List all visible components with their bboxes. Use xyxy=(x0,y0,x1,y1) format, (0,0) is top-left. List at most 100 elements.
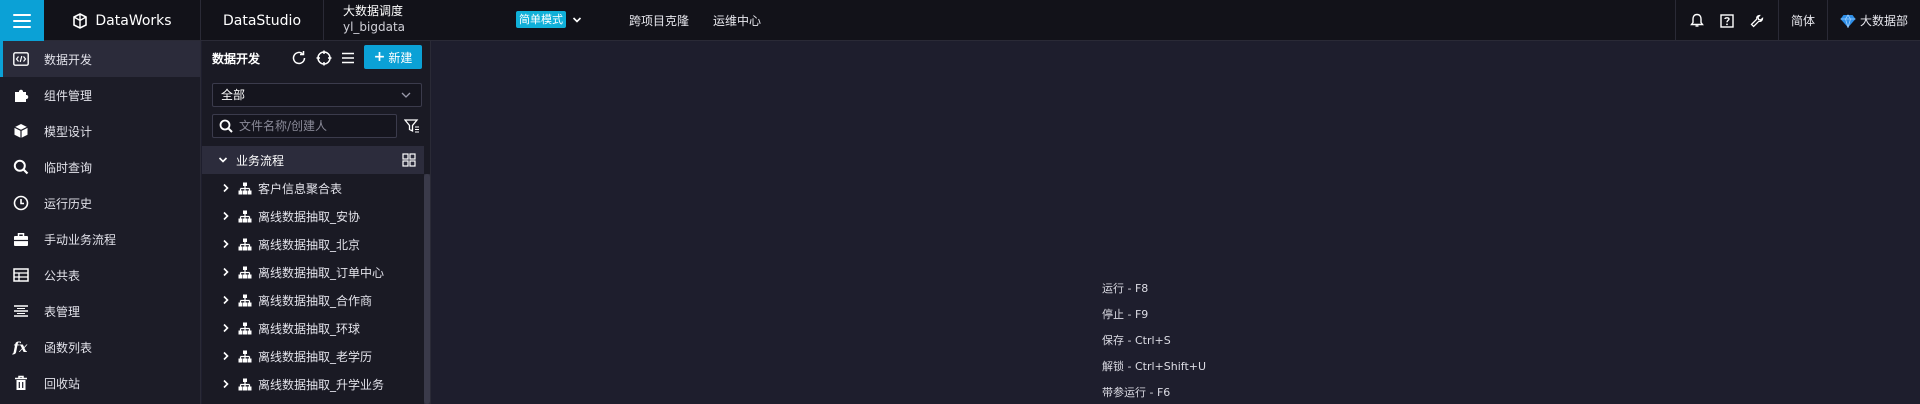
tree-node-label: 客户信息聚合表 xyxy=(258,181,343,196)
nav-item-label: 手动业务流程 xyxy=(44,232,117,247)
nav-item-label: 回收站 xyxy=(44,376,81,391)
type-filter-select[interactable]: 全部 xyxy=(212,83,422,107)
tree-node[interactable]: 离线数据抽取_升学业务 xyxy=(202,370,424,398)
workflow-icon xyxy=(238,322,252,334)
workflow-icon xyxy=(238,294,252,306)
tree-node-label: 离线数据抽取_安协 xyxy=(258,209,361,224)
editor-area: 运行 - F8 停止 - F9 保存 - Ctrl+S 解锁 - Ctrl+Sh… xyxy=(432,41,1920,404)
chevron-right-icon xyxy=(223,295,229,305)
shortcut-hints: 运行 - F8 停止 - F9 保存 - Ctrl+S 解锁 - Ctrl+Sh… xyxy=(1102,276,1206,404)
nav-item-run-history[interactable]: 运行历史 xyxy=(0,185,200,221)
nav-item-component-management[interactable]: 组件管理 xyxy=(0,77,200,113)
cube-icon xyxy=(12,122,30,140)
tree-node[interactable]: 离线数据抽取_订单中心 xyxy=(202,258,424,286)
file-search-box xyxy=(212,114,397,138)
puzzle-icon xyxy=(12,86,30,104)
nav-item-data-development[interactable]: 数据开发 xyxy=(0,41,200,77)
tree-root-label: 业务流程 xyxy=(236,153,285,168)
topbar-right: 简体 大数据部 xyxy=(1674,0,1920,41)
left-nav: 数据开发 组件管理 模型设计 临时查询 运行历史 手动业务流程 公共表 表管理 … xyxy=(0,41,201,404)
filter-icon[interactable] xyxy=(404,119,420,133)
svg-text:fx: fx xyxy=(12,340,28,355)
chevron-right-icon xyxy=(223,379,229,389)
top-bar: DataWorks DataStudio 大数据调度 yl_bigdata 简单… xyxy=(0,0,1920,41)
help-icon[interactable] xyxy=(1720,13,1734,28)
nav-item-table-management[interactable]: 表管理 xyxy=(0,293,200,329)
tree-title: 数据开发 xyxy=(212,52,261,66)
project-switcher[interactable]: 大数据调度 yl_bigdata xyxy=(343,3,405,35)
shortcut-save: 保存 - Ctrl+S xyxy=(1102,334,1171,347)
tree-node[interactable]: 离线数据抽取_老学历 xyxy=(202,342,424,370)
workflow-icon xyxy=(238,182,252,194)
tree-node[interactable]: 客户信息聚合表 xyxy=(202,174,424,202)
chevron-down-icon xyxy=(572,16,582,23)
code-icon xyxy=(12,50,30,68)
new-button-label: 新建 xyxy=(388,50,413,65)
studio-label[interactable]: DataStudio xyxy=(201,0,324,41)
operation-center-link[interactable]: 运维中心 xyxy=(713,12,761,29)
workflow-icon xyxy=(238,266,252,278)
tree-root-business-flow[interactable]: 业务流程 xyxy=(202,146,424,174)
tree-node[interactable]: 离线数据抽取_合作商 xyxy=(202,286,424,314)
user-menu[interactable]: 大数据部 xyxy=(1826,0,1920,41)
menu-list-icon[interactable] xyxy=(339,49,357,67)
dataworks-logo-icon xyxy=(73,12,88,29)
tree-node-label: 离线数据抽取_北京 xyxy=(258,237,361,252)
project-name: 大数据调度 xyxy=(343,4,404,18)
brand[interactable]: DataWorks xyxy=(44,0,201,41)
wrench-icon[interactable] xyxy=(1750,14,1764,28)
refresh-icon[interactable] xyxy=(290,49,308,67)
tree-node-label: 离线数据抽取_升学业务 xyxy=(258,377,385,392)
type-filter-value: 全部 xyxy=(221,88,246,102)
nav-item-label: 模型设计 xyxy=(44,124,93,139)
shortcut-run: 运行 - F8 xyxy=(1102,282,1149,295)
nav-item-label: 函数列表 xyxy=(44,340,93,355)
tree-scrollbar[interactable] xyxy=(424,174,430,404)
tree-node-label: 离线数据抽取_环球 xyxy=(258,321,361,336)
workflow-icon xyxy=(238,210,252,222)
nav-item-ad-hoc-query[interactable]: 临时查询 xyxy=(0,149,200,185)
nav-item-label: 临时查询 xyxy=(44,160,93,175)
chevron-right-icon xyxy=(223,351,229,361)
tree-scrollbar-thumb[interactable] xyxy=(424,174,430,404)
nav-item-public-tables[interactable]: 公共表 xyxy=(0,257,200,293)
table-icon xyxy=(12,266,30,284)
tree-node[interactable]: 离线数据抽取_环球 xyxy=(202,314,424,342)
tree-node[interactable]: 离线数据抽取_安协 xyxy=(202,202,424,230)
locate-icon[interactable] xyxy=(315,49,333,67)
menu-button[interactable] xyxy=(0,0,44,41)
bell-icon[interactable] xyxy=(1690,13,1704,28)
workflow-tree-panel: 数据开发 + 新建 全部 文件名称/创建人 业务流程 客户信息聚合表 离线数据抽… xyxy=(202,41,431,404)
file-search-input[interactable] xyxy=(239,119,389,133)
tree-node[interactable]: 离线数据抽取_北京 xyxy=(202,230,424,258)
tree-node-label: 离线数据抽取_老学历 xyxy=(258,349,373,364)
search-icon xyxy=(12,158,30,176)
cross-project-clone-link[interactable]: 跨项目克隆 xyxy=(629,12,689,29)
chevron-right-icon xyxy=(223,183,229,193)
chevron-right-icon xyxy=(223,323,229,333)
tree-node-label: 离线数据抽取_订单中心 xyxy=(258,265,385,280)
nav-item-manual-workflow[interactable]: 手动业务流程 xyxy=(0,221,200,257)
mode-dropdown[interactable]: 简单模式 xyxy=(516,11,582,28)
chevron-right-icon xyxy=(223,267,229,277)
nav-item-model-design[interactable]: 模型设计 xyxy=(0,113,200,149)
chevron-down-icon xyxy=(218,157,228,163)
clock-icon xyxy=(12,194,30,212)
new-button[interactable]: + 新建 xyxy=(364,45,422,69)
nav-item-recycle-bin[interactable]: 回收站 xyxy=(0,365,200,401)
nav-item-label: 运行历史 xyxy=(44,196,93,211)
project-id: yl_bigdata xyxy=(343,20,406,34)
mode-badge: 简单模式 xyxy=(516,11,566,28)
function-icon: fx xyxy=(12,338,30,356)
user-name: 大数据部 xyxy=(1859,14,1908,28)
topbar-icons xyxy=(1674,0,1778,41)
chevron-down-icon xyxy=(401,92,411,98)
grid-view-icon[interactable] xyxy=(402,153,416,167)
diamond-icon xyxy=(1840,13,1856,28)
language-switch[interactable]: 简体 xyxy=(1777,0,1827,41)
nav-item-function-list[interactable]: fx 函数列表 xyxy=(0,329,200,365)
workflow-icon xyxy=(238,350,252,362)
shortcut-unlock: 解锁 - Ctrl+Shift+U xyxy=(1102,360,1207,373)
nav-item-label: 表管理 xyxy=(44,304,81,319)
brand-label: DataWorks xyxy=(95,12,172,29)
